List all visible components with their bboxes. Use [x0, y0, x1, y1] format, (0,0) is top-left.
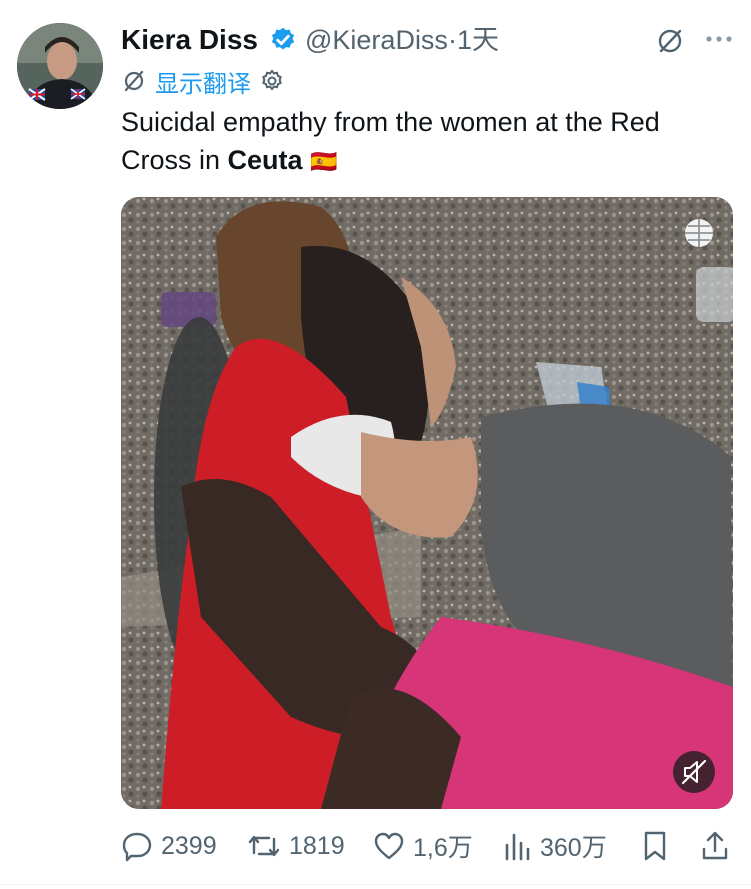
- author-handle[interactable]: @KieraDiss: [305, 25, 448, 55]
- globe-icon[interactable]: [683, 217, 715, 249]
- show-translation-link[interactable]: 显示翻译: [155, 64, 251, 99]
- like-button[interactable]: 1,6万: [373, 826, 473, 866]
- tweet: Kiera Diss @KieraDiss·1天 显示翻译 Suicidal e…: [0, 0, 751, 889]
- spain-flag-emoji: 🇪🇸: [310, 149, 338, 174]
- mute-icon[interactable]: [671, 749, 717, 795]
- grok-icon[interactable]: [655, 26, 685, 56]
- tweet-text-bold[interactable]: Ceuta: [228, 145, 303, 175]
- video-player[interactable]: [121, 197, 733, 809]
- tweet-text-line1: Suicidal empathy from the women at the R…: [121, 107, 660, 137]
- translate-icon: [124, 70, 144, 92]
- share-button[interactable]: [700, 826, 730, 866]
- tweet-text-line2: Cross in Ceuta 🇪🇸: [121, 141, 731, 181]
- settings-icon[interactable]: [259, 68, 285, 94]
- reply-icon: [122, 832, 152, 862]
- more-icon[interactable]: [705, 32, 733, 46]
- tweet-divider: [0, 884, 751, 885]
- author-name[interactable]: Kiera Diss: [121, 22, 258, 58]
- like-icon: [374, 832, 404, 860]
- tweet-text: Suicidal empathy from the women at the R…: [121, 103, 731, 181]
- tweet-actions: 2399 1819 1,6万 360万: [121, 826, 733, 866]
- tweet-text-prefix: Cross in: [121, 145, 228, 175]
- bookmark-button[interactable]: [641, 826, 669, 866]
- avatar-image: [17, 23, 103, 109]
- reply-button[interactable]: 2399: [121, 826, 217, 866]
- translate-row: 显示翻译: [121, 64, 285, 99]
- video-frame: [121, 197, 733, 809]
- retweet-button[interactable]: 1819: [247, 826, 345, 866]
- retweet-count: 1819: [289, 831, 345, 860]
- handle-separator: ·: [447, 25, 457, 55]
- like-count: 1,6万: [413, 834, 473, 862]
- reply-count: 2399: [161, 831, 217, 860]
- tweet-time[interactable]: 1天: [457, 25, 499, 55]
- views-icon: [505, 833, 530, 861]
- bookmark-icon: [644, 831, 666, 861]
- retweet-icon: [248, 835, 280, 857]
- view-count: 360万: [540, 834, 607, 862]
- avatar[interactable]: [17, 23, 103, 109]
- verified-badge-icon: [271, 27, 295, 50]
- views-button[interactable]: 360万: [502, 826, 607, 866]
- author-handle-row: @KieraDiss·1天: [305, 22, 499, 58]
- share-icon: [702, 831, 728, 860]
